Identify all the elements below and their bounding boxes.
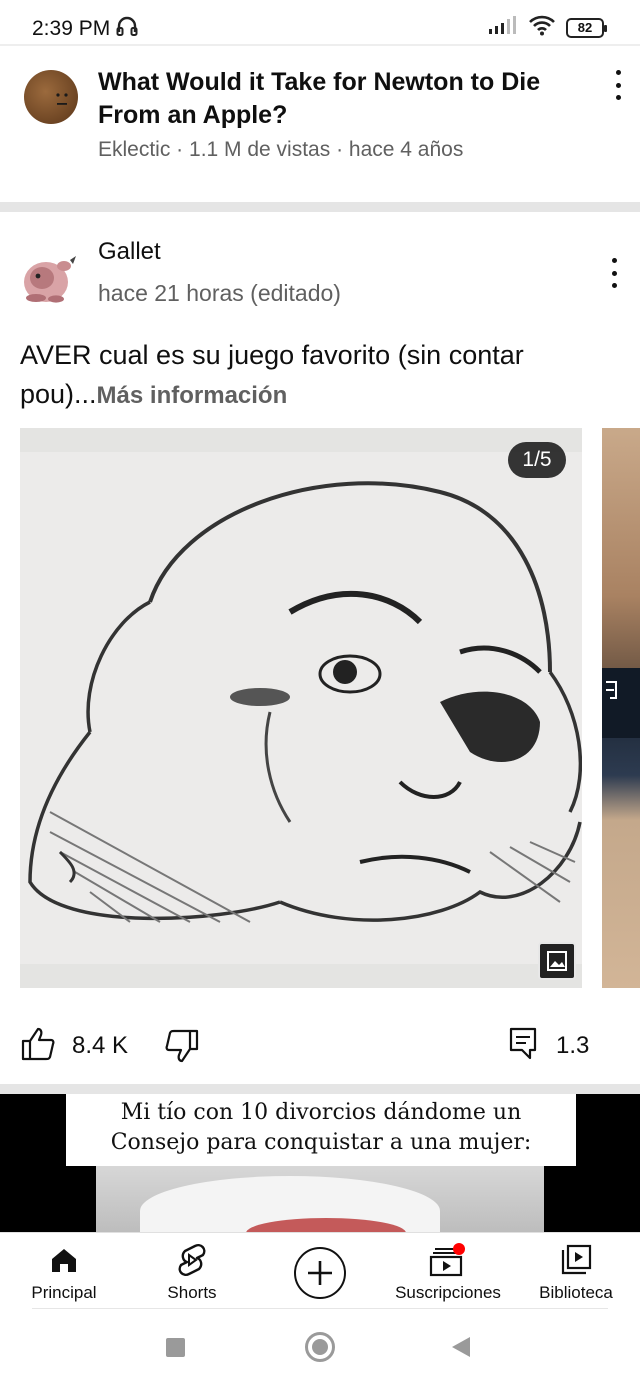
battery-icon: 82 xyxy=(566,17,607,38)
bottom-nav: Principal Shorts Suscripciones Bibliotec… xyxy=(0,1232,640,1310)
headphones-icon xyxy=(116,16,138,42)
image-counter: 1/5 xyxy=(508,442,566,478)
status-time: 2:39 PM xyxy=(32,17,111,40)
like-count: 8.4 K xyxy=(72,1032,129,1059)
wifi-icon xyxy=(528,14,556,41)
video-item[interactable]: What Would it Take for Newton to Die Fro… xyxy=(0,46,640,202)
channel-avatar[interactable] xyxy=(24,70,78,124)
recents-icon[interactable] xyxy=(166,1338,185,1357)
comment-icon[interactable] xyxy=(508,1026,538,1065)
home-button-icon[interactable] xyxy=(305,1332,335,1362)
video-meta: Eklectic · 1.1 M de vistas · hace 4 años xyxy=(98,138,464,161)
thumbnail-frame xyxy=(96,1166,544,1232)
gallery-icon[interactable] xyxy=(538,942,576,980)
sketch-image xyxy=(20,452,582,964)
caption-line-2: Consejo para conquistar a una mujer: xyxy=(110,1130,532,1155)
more-info-link[interactable]: Más información xyxy=(97,382,288,409)
library-icon xyxy=(560,1241,592,1279)
plus-icon xyxy=(308,1261,332,1285)
signal-icon xyxy=(488,15,518,40)
post-text: AVER cual es su juego favorito (sin cont… xyxy=(20,336,610,415)
author-name[interactable]: Gallet xyxy=(98,238,161,266)
image-carousel[interactable]: 1/5 xyxy=(20,428,582,988)
post-actions: 8.4 K 1.3 xyxy=(0,1020,640,1070)
nav-home-label: Principal xyxy=(31,1283,97,1302)
home-icon xyxy=(50,1241,78,1279)
battery-level: 82 xyxy=(577,20,593,35)
shorts-icon xyxy=(177,1241,207,1279)
section-divider xyxy=(0,202,640,212)
community-post: Gallet hace 21 horas (editado) AVER cual… xyxy=(0,212,640,1084)
post-time: hace 21 horas (editado) xyxy=(98,280,341,306)
back-icon[interactable] xyxy=(452,1337,470,1357)
video-title[interactable]: What Would it Take for Newton to Die Fro… xyxy=(98,66,568,132)
system-nav-bar xyxy=(0,1310,640,1386)
nav-library[interactable]: Biblioteca xyxy=(512,1241,640,1307)
avatar-face-icon xyxy=(56,93,68,105)
caption-line-1: Mi tío con 10 divorcios dándome un xyxy=(120,1100,522,1125)
nav-shorts[interactable]: Shorts xyxy=(128,1241,256,1307)
section-divider xyxy=(0,1084,640,1094)
notification-dot xyxy=(453,1243,465,1255)
subscriptions-icon xyxy=(429,1241,467,1279)
next-video-thumbnail[interactable]: Mi tío con 10 divorcios dándome un Conse… xyxy=(0,1094,640,1232)
dislike-icon[interactable] xyxy=(164,1028,200,1069)
author-avatar[interactable] xyxy=(20,252,76,304)
comment-count: 1.3 xyxy=(556,1032,590,1059)
more-options-icon[interactable] xyxy=(608,70,628,100)
nav-home[interactable]: Principal xyxy=(0,1241,128,1307)
nav-library-label: Biblioteca xyxy=(539,1283,613,1302)
nav-subscriptions-label: Suscripciones xyxy=(395,1283,501,1302)
like-icon[interactable] xyxy=(20,1026,56,1067)
thumbnail-caption: Mi tío con 10 divorcios dándome un Conse… xyxy=(66,1094,576,1166)
status-bar: 2:39 PM 82 xyxy=(0,0,640,46)
post-options-icon[interactable] xyxy=(604,258,624,288)
nav-subscriptions[interactable]: Suscripciones xyxy=(384,1241,512,1307)
next-image-preview[interactable] xyxy=(602,428,640,988)
create-button[interactable] xyxy=(294,1247,346,1299)
nav-shorts-label: Shorts xyxy=(167,1283,217,1302)
